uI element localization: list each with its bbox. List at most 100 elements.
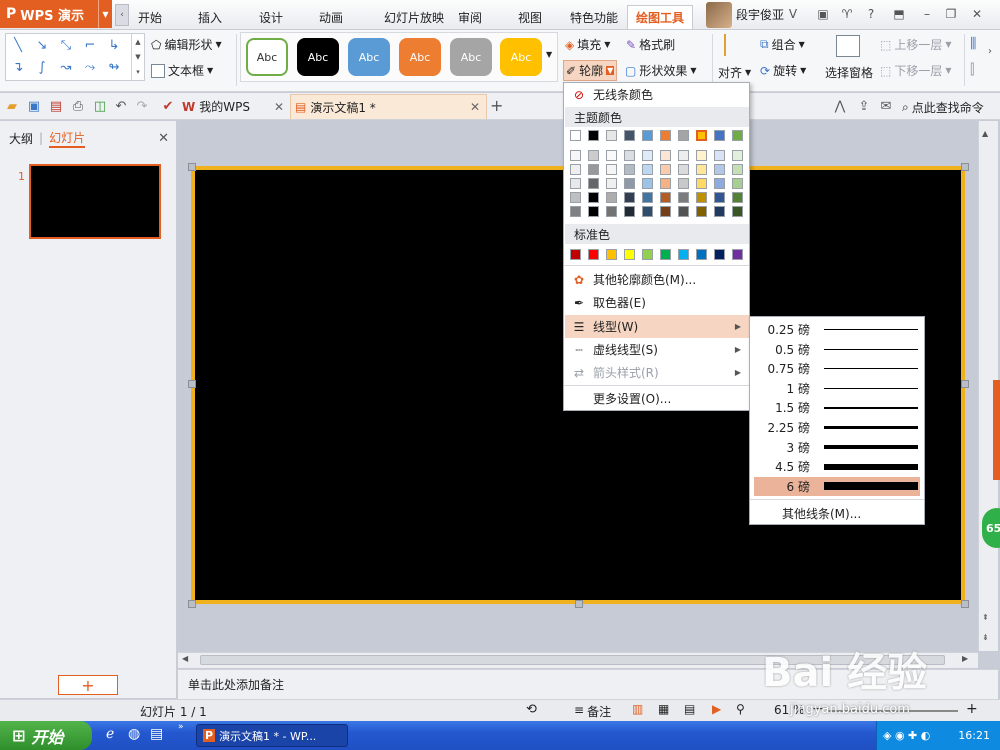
tab-view[interactable]: 视图 (512, 5, 548, 29)
elbow-double-arrow-icon[interactable]: ↴ (8, 58, 28, 76)
doc-tab-presentation[interactable]: ▤ 演示文稿1 * ✕ (290, 94, 487, 119)
close-pane-icon[interactable]: ✕ (158, 131, 169, 146)
resize-handle[interactable] (961, 380, 969, 388)
theme-color-shade-swatch[interactable] (732, 206, 743, 217)
text-box-button[interactable]: 文本框 ▼ (151, 62, 213, 79)
theme-color-shade-swatch[interactable] (678, 164, 689, 175)
shapes-gallery-scroll[interactable]: ▲ ▼ ▾ (131, 34, 144, 80)
theme-color-shade-swatch[interactable] (606, 150, 617, 161)
share-icon[interactable]: ⇪ (856, 98, 872, 114)
theme-color-shade-swatch[interactable] (678, 178, 689, 189)
theme-color-swatch[interactable] (714, 130, 725, 141)
line-weight-option[interactable]: 4.5 磅 (754, 457, 920, 476)
doc-tab-my-wps[interactable]: W 我的WPS ✕ (182, 94, 290, 119)
theme-color-swatch[interactable] (642, 130, 653, 141)
resize-handle[interactable] (188, 163, 196, 171)
theme-color-shade-swatch[interactable] (570, 206, 581, 217)
undo-icon[interactable]: ↶ (113, 98, 129, 114)
tab-animation[interactable]: 动画 (313, 5, 349, 29)
print-icon[interactable]: ⎙ (70, 98, 86, 114)
tab-features[interactable]: 特色功能 (564, 5, 624, 29)
line-weight-option[interactable]: 3 磅 (754, 438, 920, 457)
line-weight-option[interactable]: 0.75 磅 (754, 359, 920, 378)
curve-double-arrow-icon[interactable]: ⤳ (80, 58, 100, 76)
style-white[interactable]: Abc (246, 38, 288, 76)
theme-color-shade-swatch[interactable] (642, 150, 653, 161)
style-gray[interactable]: Abc (450, 38, 492, 76)
resize-handle[interactable] (188, 600, 196, 608)
theme-color-shade-swatch[interactable] (678, 192, 689, 203)
theme-color-swatch[interactable] (696, 130, 707, 141)
clock[interactable]: 16:21 (958, 729, 990, 742)
curve-connector-icon[interactable]: ∫ (32, 58, 52, 76)
theme-color-shade-swatch[interactable] (570, 178, 581, 189)
elbow-arrow-icon[interactable]: ↳ (104, 36, 124, 54)
theme-color-shade-swatch[interactable] (714, 178, 725, 189)
theme-color-shade-swatch[interactable] (714, 164, 725, 175)
theme-color-shade-swatch[interactable] (624, 164, 635, 175)
send-backward-button[interactable]: ⬚ 下移一层 ▼ (880, 62, 952, 79)
user-name[interactable]: 段宇俊亚 (736, 6, 784, 23)
theme-color-shade-swatch[interactable] (642, 178, 653, 189)
theme-color-shade-swatch[interactable] (696, 164, 707, 175)
save-icon[interactable]: ▣ (26, 98, 42, 114)
distribute-horizontal-icon[interactable]: ⫿ (970, 62, 974, 78)
more-lines-item[interactable]: 其他线条(M)... (782, 505, 861, 522)
standard-color-swatch[interactable] (570, 249, 581, 260)
restore-ribbon-icon[interactable]: ⬒ (892, 7, 906, 21)
standard-color-swatch[interactable] (732, 249, 743, 260)
theme-color-shade-swatch[interactable] (642, 206, 653, 217)
group-button[interactable]: ⧉ 组合 ▼ (760, 36, 805, 53)
standard-color-swatch[interactable] (678, 249, 689, 260)
theme-color-swatch[interactable] (732, 130, 743, 141)
line-weight-option[interactable]: 0.5 磅 (754, 340, 920, 359)
resize-handle[interactable] (188, 380, 196, 388)
format-painter-button[interactable]: ✎ 格式刷 (626, 36, 675, 53)
standard-color-swatch[interactable] (714, 249, 725, 260)
next-slide-icon[interactable]: ⇟ (982, 633, 989, 642)
line-style-item[interactable]: ☰ 线型(W) ▶ (565, 315, 749, 338)
theme-color-shade-swatch[interactable] (642, 164, 653, 175)
theme-color-shade-swatch[interactable] (624, 192, 635, 203)
maximize-icon[interactable]: ❐ (944, 7, 958, 21)
arrow-style-item[interactable]: ⇄ 箭头样式(R) ▶ (565, 361, 749, 384)
selection-pane-icon[interactable] (836, 35, 860, 57)
standard-color-swatch[interactable] (606, 249, 617, 260)
theme-color-swatch[interactable] (570, 130, 581, 141)
zoom-in-icon[interactable]: + (966, 701, 978, 717)
standard-color-swatch[interactable] (642, 249, 653, 260)
prev-slide-icon[interactable]: ⇞ (982, 613, 989, 622)
tray-icons[interactable]: ◈ ◉ ✚ ◐ (883, 729, 930, 742)
chevron-down-icon[interactable]: ▼ (98, 0, 112, 28)
theme-color-swatch[interactable] (606, 130, 617, 141)
theme-color-shade-swatch[interactable] (606, 192, 617, 203)
theme-color-shade-swatch[interactable] (588, 206, 599, 217)
minimize-icon[interactable]: – (920, 7, 934, 21)
collapse-ribbon-icon[interactable]: ⋀ (832, 98, 848, 114)
theme-color-shade-swatch[interactable] (570, 164, 581, 175)
standard-color-swatch[interactable] (588, 249, 599, 260)
theme-color-swatch[interactable] (678, 130, 689, 141)
theme-color-shade-swatch[interactable] (642, 192, 653, 203)
start-button[interactable]: ⊞ 开始 (0, 721, 92, 750)
line-weight-option[interactable]: 2.25 磅 (754, 418, 920, 437)
help-icon[interactable]: ? (864, 7, 878, 21)
theme-color-shade-swatch[interactable] (660, 206, 671, 217)
line-weight-option[interactable]: 1.5 磅 (754, 398, 920, 417)
double-arrow-shape-icon[interactable]: ⤡ (56, 36, 76, 54)
rotate-button[interactable]: ⟳ 旋转 ▼ (760, 62, 806, 79)
align-button[interactable]: 对齐 ▼ (718, 64, 751, 81)
find-command-box[interactable]: ⌕ 点此查找命令 (902, 99, 984, 116)
theme-color-shade-swatch[interactable] (696, 150, 707, 161)
calendar-icon[interactable]: ▣ (816, 7, 830, 21)
tab-drawing-tools[interactable]: 绘图工具 (627, 5, 693, 29)
backup-icon[interactable]: ⟲ (526, 702, 537, 717)
theme-color-shade-swatch[interactable] (606, 206, 617, 217)
style-black[interactable]: Abc (297, 38, 339, 76)
zoom-options-icon[interactable]: ⚲ (736, 702, 745, 716)
theme-color-shade-swatch[interactable] (624, 178, 635, 189)
freeform-icon[interactable]: ↬ (104, 58, 124, 76)
styles-more-icon[interactable]: ▼ (546, 50, 552, 59)
theme-color-shade-swatch[interactable] (588, 178, 599, 189)
dash-style-item[interactable]: ┈ 虚线线型(S) ▶ (565, 338, 749, 361)
